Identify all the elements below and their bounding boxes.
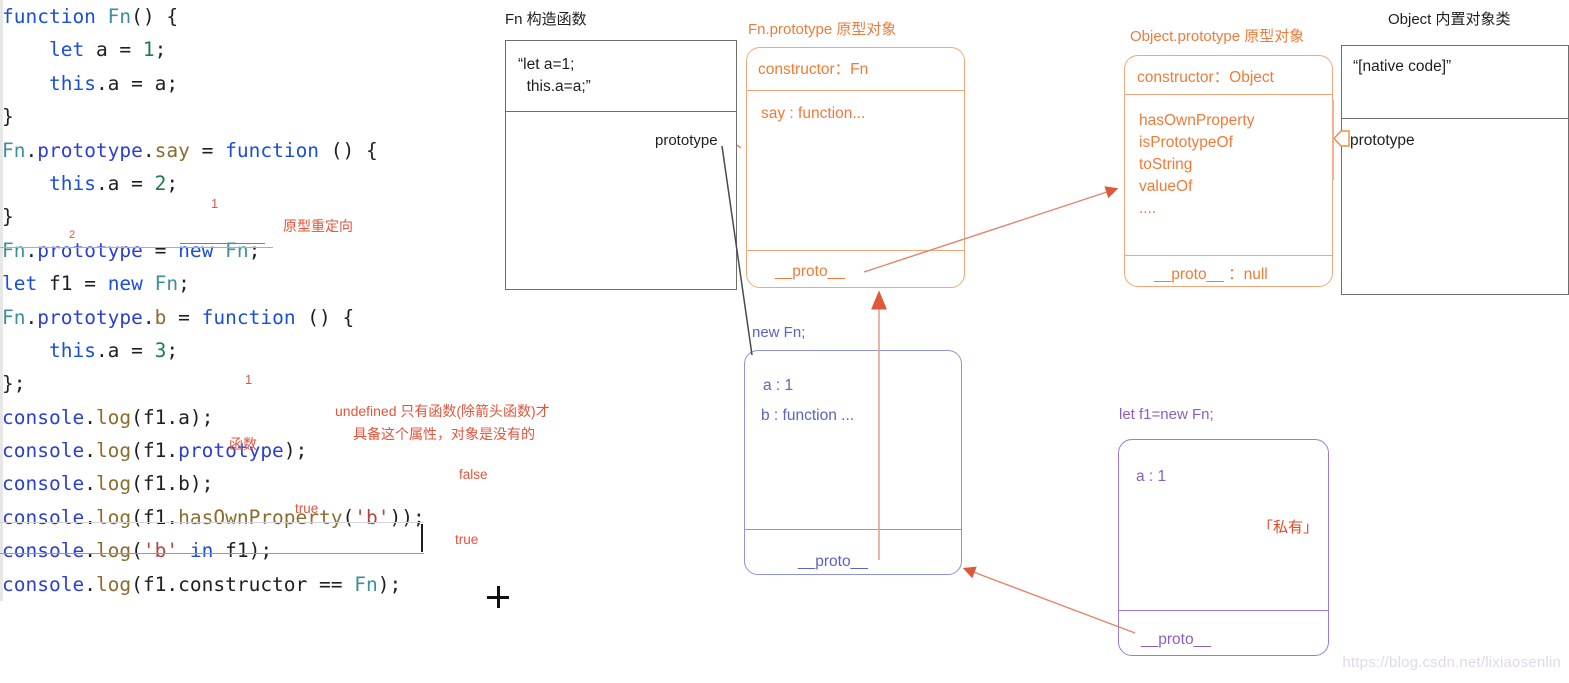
fn-prototype-proto-row: __proto__ [775,263,845,280]
watermark: https://blog.csdn.net/lixiaosenlin [1342,654,1561,671]
crosshair-cursor [487,586,509,608]
f1-row-a: a : 1 [1136,468,1167,485]
fn-box-code-line2: this.a=a;” [518,78,591,95]
object-class-box-title: Object 内置对象类 [1388,11,1511,28]
fn-to-protobox-tick [736,144,742,149]
fn-box-prototype-label: prototype [655,132,718,149]
new-fn-box-label: new Fn; [752,324,806,341]
new-fn-row-b: b : function ... [761,407,855,424]
object-prototype-method-3: valueOf [1139,178,1193,195]
object-prototype-method-1: isPrototypeOf [1139,134,1233,151]
object-prototype-method-2: toString [1139,156,1193,173]
object-class-prototype-label: prototype [1350,132,1415,149]
fn-prototype-box [746,47,965,288]
object-prototype-method-4: .... [1139,200,1157,217]
object-class-native-code: “[native code]” [1353,58,1452,75]
fn-prototype-constructor-row: constructor：Fn [758,61,869,78]
new-fn-proto-row: __proto__ [798,553,868,570]
fn-box-code-line1: “let a=1; [518,56,575,73]
object-class-box [1341,45,1569,295]
fn-box-title: Fn 构造函数 [505,11,587,28]
object-prototype-method-0: hasOwnProperty [1139,112,1255,129]
prototype-chain-diagram: Fn 构造函数 “let a=1; this.a=a;” prototype F… [0,0,1569,683]
fn-prototype-box-title: Fn.prototype 原型对象 [748,21,897,38]
fn-prototype-say-row: say : function... [761,105,866,122]
arrow-f1-to-newfn [962,566,1136,634]
f1-box-label: let f1=new Fn; [1119,406,1214,423]
object-prototype-box-title: Object.prototype 原型对象 [1130,28,1305,45]
object-prototype-proto-row: __proto__ ：null [1154,266,1268,283]
f1-private-note: 「私有」 [1258,519,1319,536]
f1-proto-row: __proto__ [1141,631,1211,648]
object-prototype-constructor-row: constructor：Object [1137,69,1274,86]
new-fn-row-a: a : 1 [763,377,794,394]
